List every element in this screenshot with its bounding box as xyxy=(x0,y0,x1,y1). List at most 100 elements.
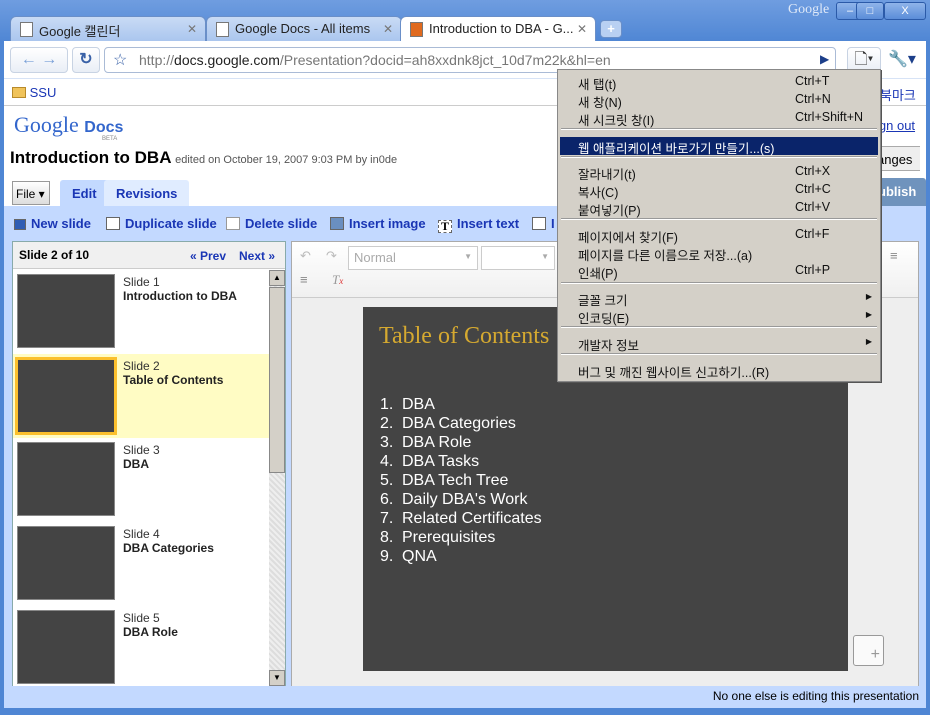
toc-item[interactable]: 2. DBA Categories xyxy=(380,414,542,433)
menu-separator xyxy=(561,156,877,158)
duplicate-slide-button[interactable]: Duplicate slide xyxy=(106,216,217,231)
shape-icon xyxy=(532,217,546,230)
slide-list-scrollbar[interactable]: ▲ ▼ xyxy=(269,270,285,686)
slide-number: Slide 4 xyxy=(123,527,160,541)
next-link[interactable]: Next » xyxy=(239,249,275,263)
toc-text: Related Certificates xyxy=(402,510,542,527)
insert-text-button[interactable]: T Insert text xyxy=(438,216,519,233)
google-docs-logo[interactable]: Google Docs BETA xyxy=(14,112,123,142)
new-slide-button[interactable]: New slide xyxy=(14,216,91,231)
font-select[interactable]: ▼ xyxy=(481,246,555,270)
menu-item[interactable]: 새 시크릿 창(I) Ctrl+Shift+N xyxy=(560,109,878,128)
toc-number: 9. xyxy=(380,548,394,565)
menu-shortcut: Ctrl+X xyxy=(795,164,831,178)
slide-thumbnail xyxy=(17,274,115,348)
menu-shortcut: Ctrl+C xyxy=(795,182,831,196)
menu-item[interactable]: 인코딩(E) ▶ xyxy=(560,307,878,326)
slide-number: Slide 5 xyxy=(123,611,160,625)
scroll-up-icon[interactable]: ▲ xyxy=(269,270,285,286)
menu-item[interactable]: 새 탭(t) Ctrl+T xyxy=(560,73,878,92)
toc-item[interactable]: 5. DBA Tech Tree xyxy=(380,471,542,490)
toc-list[interactable]: 1. DBA 2. DBA Categories 3. DBA Role 4. DBA Tas… xyxy=(380,395,542,566)
toc-item[interactable]: 6. Daily DBA's Work xyxy=(380,490,542,509)
new-slide-icon xyxy=(14,219,26,230)
speaker-notes-icon[interactable]: + xyxy=(853,635,884,666)
reload-button[interactable]: ↻ xyxy=(72,47,100,73)
toc-item[interactable]: 9. QNA xyxy=(380,547,542,566)
redo-icon[interactable]: ↷ xyxy=(326,248,337,264)
bookmark-star-icon[interactable]: ☆ xyxy=(113,50,127,70)
sign-out-link[interactable]: ign out xyxy=(876,118,915,133)
slide-title: DBA Role xyxy=(123,625,178,639)
align-right-icon[interactable]: ≡ xyxy=(890,248,898,263)
tab-google-calendar[interactable]: Google 캘린더 ✕ xyxy=(10,16,206,42)
image-icon xyxy=(330,217,344,230)
toc-item[interactable]: 3. DBA Role xyxy=(380,433,542,452)
menu-item[interactable]: 인쇄(P) Ctrl+P xyxy=(560,262,878,281)
close-tab-icon[interactable]: ✕ xyxy=(577,22,587,36)
url-text[interactable]: http://docs.google.com/Presentation?doci… xyxy=(139,52,611,68)
style-select[interactable]: Normal ▼ xyxy=(348,246,478,270)
close-tab-icon[interactable]: ✕ xyxy=(383,22,393,36)
bookmark-folder-ssu[interactable]: SSU xyxy=(12,85,56,100)
undo-icon[interactable]: ↶ xyxy=(300,248,311,264)
menu-item[interactable]: 복사(C) Ctrl+C xyxy=(560,181,878,200)
duplicate-icon xyxy=(106,217,120,230)
toc-number: 3. xyxy=(380,434,394,451)
menu-item[interactable]: 잘라내기(t) Ctrl+X xyxy=(560,163,878,182)
menu-item[interactable]: 페이지를 다른 이름으로 저장...(a) xyxy=(560,244,878,263)
tab-revisions[interactable]: Revisions xyxy=(104,180,190,207)
menu-item[interactable]: 페이지에서 찾기(F) Ctrl+F xyxy=(560,226,878,245)
scroll-thumb[interactable] xyxy=(269,287,285,473)
forward-icon[interactable]: → xyxy=(41,51,57,68)
slide-item-2[interactable]: Slide 2 Table of Contents xyxy=(13,354,269,438)
scroll-down-icon[interactable]: ▼ xyxy=(269,670,285,686)
tab-introduction-to-dba[interactable]: Introduction to DBA - G... ✕ xyxy=(400,16,596,43)
insert-shape-button[interactable]: I xyxy=(532,216,555,231)
insert-image-button[interactable]: Insert image xyxy=(330,216,426,231)
menu-shortcut: Ctrl+T xyxy=(795,74,830,88)
menu-item[interactable]: 붙여넣기(P) Ctrl+V xyxy=(560,199,878,218)
maximize-button[interactable]: □ xyxy=(856,2,884,20)
menu-shortcut: Ctrl+F xyxy=(795,227,830,241)
toc-item[interactable]: 8. Prerequisites xyxy=(380,528,542,547)
menu-item[interactable]: 새 창(N) Ctrl+N xyxy=(560,91,878,110)
status-bar: No one else is editing this presentation xyxy=(4,686,926,708)
prev-link[interactable]: « Prev xyxy=(190,249,226,263)
back-icon[interactable]: ← xyxy=(21,51,37,68)
slide-title: Introduction to DBA xyxy=(123,289,237,303)
toc-item[interactable]: 1. DBA xyxy=(380,395,542,414)
tab-edit[interactable]: Edit xyxy=(60,180,109,207)
wrench-menu-icon[interactable]: 🔧▾ xyxy=(888,49,916,69)
toc-item[interactable]: 7. Related Certificates xyxy=(380,509,542,528)
align-icon[interactable]: ≡ xyxy=(300,272,308,287)
menu-shortcut: Ctrl+V xyxy=(795,200,831,214)
toc-text: DBA Tasks xyxy=(402,453,480,470)
new-tab-button[interactable]: + xyxy=(600,20,622,38)
menu-item-label: 인쇄(P) xyxy=(578,267,618,281)
menu-item[interactable]: 개발자 정보 ▶ xyxy=(560,334,878,353)
slide-item-4[interactable]: Slide 4 DBA Categories xyxy=(13,522,269,606)
toc-number: 8. xyxy=(380,529,394,546)
menu-item[interactable]: 글꼴 크기 ▶ xyxy=(560,289,878,308)
slide-item-1[interactable]: Slide 1 Introduction to DBA xyxy=(13,270,269,354)
file-menu-button[interactable]: File ▾ xyxy=(12,181,50,205)
close-window-button[interactable]: X xyxy=(884,2,926,20)
back-forward-buttons[interactable]: ← → xyxy=(10,47,68,73)
menu-item-label: 페이지에서 찾기(F) xyxy=(578,231,678,245)
slide-item-5[interactable]: Slide 5 DBA Role xyxy=(13,606,269,690)
toc-item[interactable]: 4. DBA Tasks xyxy=(380,452,542,471)
clear-format-icon[interactable]: Tx xyxy=(332,272,343,288)
other-bookmarks[interactable]: 북마크 xyxy=(880,85,916,104)
go-icon[interactable]: ▶ xyxy=(820,52,829,66)
delete-slide-button[interactable]: Delete slide xyxy=(226,216,317,231)
toc-text: DBA xyxy=(402,396,435,413)
slide-heading[interactable]: Table of Contents xyxy=(379,323,549,350)
document-header: Introduction to DBA edited on October 19… xyxy=(10,148,397,168)
slide-item-3[interactable]: Slide 3 DBA xyxy=(13,438,269,522)
close-tab-icon[interactable]: ✕ xyxy=(187,22,197,36)
tab-google-docs[interactable]: Google Docs - All items ✕ xyxy=(206,16,402,42)
menu-item[interactable]: 웹 애플리케이션 바로가기 만들기...(s) xyxy=(560,137,878,156)
menu-item[interactable]: 버그 및 깨진 웹사이트 신고하기...(R) xyxy=(560,361,878,380)
menu-separator xyxy=(561,128,877,130)
